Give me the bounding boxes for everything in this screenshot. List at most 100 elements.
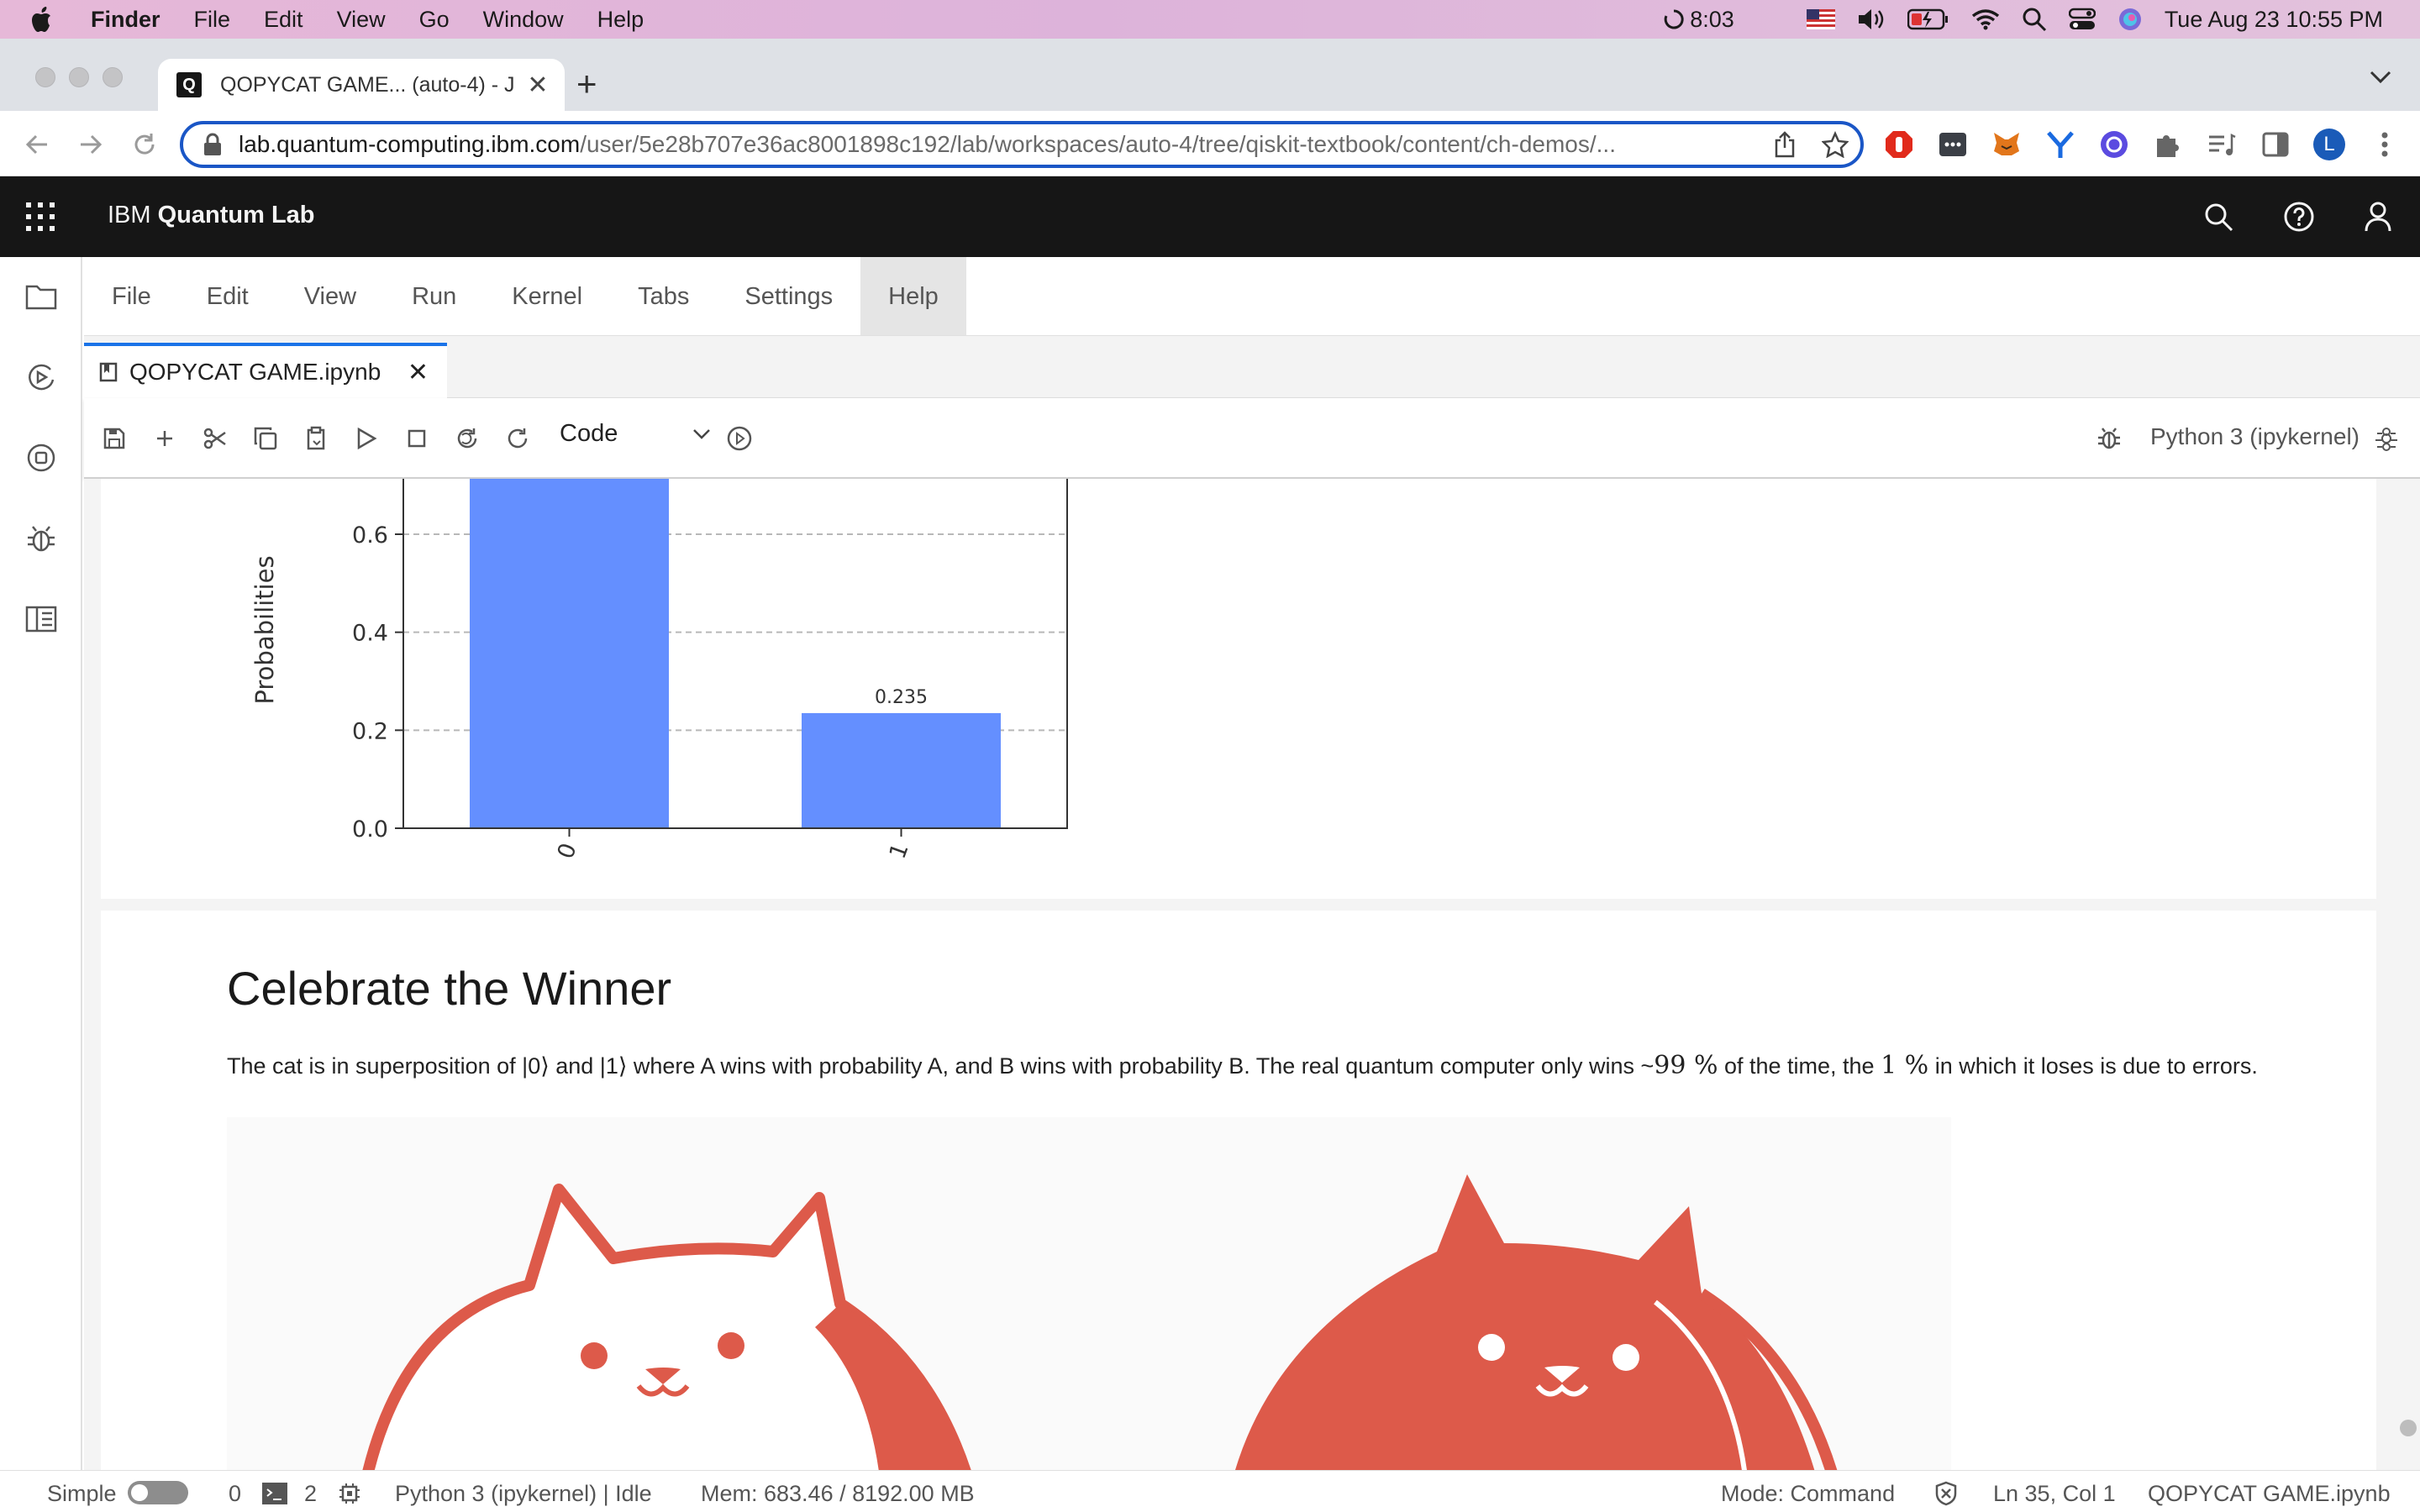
circle-extension-icon[interactable] xyxy=(2097,128,2131,161)
share-icon[interactable] xyxy=(1760,131,1810,158)
new-tab-button[interactable]: + xyxy=(576,64,597,104)
simple-mode-toggle[interactable] xyxy=(128,1481,188,1504)
command-mode[interactable]: Mode: Command xyxy=(1721,1481,1895,1507)
cpu-chip-icon[interactable] xyxy=(338,1482,361,1505)
menu-file[interactable]: File xyxy=(194,7,231,33)
reload-icon[interactable] xyxy=(128,128,161,161)
probability-histogram: 0.0 0.2 0.4 0.6 0 0.235 1 Probabilities xyxy=(250,479,1068,863)
cats-image xyxy=(227,1117,1951,1470)
menu-edit-item[interactable]: Edit xyxy=(179,257,276,335)
paste-icon[interactable] xyxy=(299,422,333,455)
folder-icon[interactable] xyxy=(22,277,60,316)
trusted-shield-icon[interactable] xyxy=(1934,1481,1958,1506)
address-bar[interactable]: lab.quantum-computing.ibm.com/user/5e28b… xyxy=(180,121,1864,168)
metamask-extension-icon[interactable] xyxy=(1990,128,2023,161)
battery-icon[interactable] xyxy=(1907,8,1949,30)
menu-view-item[interactable]: View xyxy=(276,257,384,335)
extensions-puzzle-icon[interactable] xyxy=(2151,128,2185,161)
x-tick-label: 1 xyxy=(885,840,914,863)
jupyter-menubar: File Edit View Run Kernel Tabs Settings … xyxy=(84,257,2420,336)
apple-icon[interactable] xyxy=(30,5,55,34)
insert-cell-icon[interactable] xyxy=(148,422,182,455)
copy-icon[interactable] xyxy=(249,422,282,455)
running-sessions-icon[interactable] xyxy=(22,358,60,396)
side-panel-icon[interactable] xyxy=(2259,128,2292,161)
menu-tabs-item[interactable]: Tabs xyxy=(610,257,717,335)
restart-kernel-icon[interactable] xyxy=(450,422,484,455)
interrupt-kernel-icon[interactable] xyxy=(400,422,434,455)
save-icon[interactable] xyxy=(97,422,131,455)
para-part-1: The cat is in superposition of |0⟩ and |… xyxy=(227,1053,1655,1079)
close-window-button[interactable] xyxy=(35,67,55,87)
adblock-extension-icon[interactable] xyxy=(1882,128,1916,161)
scrollbar-thumb[interactable] xyxy=(2400,1420,2417,1436)
minimize-window-button[interactable] xyxy=(69,67,89,87)
menubar-clock[interactable]: Tue Aug 23 10:55 PM xyxy=(2165,7,2383,33)
execution-time-icon[interactable] xyxy=(723,422,756,455)
menu-settings-item[interactable]: Settings xyxy=(717,257,860,335)
profile-avatar[interactable]: L xyxy=(2312,128,2346,161)
zoom-window-button[interactable] xyxy=(103,67,123,87)
cut-icon[interactable] xyxy=(198,422,232,455)
yoroi-extension-icon[interactable] xyxy=(2044,128,2077,161)
app-switcher-icon[interactable] xyxy=(25,202,55,232)
kernel-status-icon[interactable] xyxy=(2370,422,2403,455)
profile-initial: L xyxy=(2323,133,2335,155)
notebook-toolbar: Code Python 3 (ipykernel) xyxy=(84,398,2420,479)
table-of-contents-icon[interactable] xyxy=(22,600,60,638)
menu-go[interactable]: Go xyxy=(419,7,450,33)
forward-icon[interactable] xyxy=(74,128,108,161)
timer-icon[interactable]: 8:03 xyxy=(1663,7,1734,33)
menu-app-finder[interactable]: Finder xyxy=(91,7,160,33)
terminal-icon[interactable] xyxy=(262,1483,287,1504)
close-icon[interactable]: ✕ xyxy=(408,358,429,387)
tab-title: QOPYCAT GAME... (auto-4) - J xyxy=(220,72,515,97)
kernel-count[interactable]: 2 xyxy=(304,1481,317,1507)
media-control-icon[interactable] xyxy=(2205,128,2238,161)
debug-bug-icon[interactable] xyxy=(2092,422,2126,455)
browser-menu-icon[interactable] xyxy=(2368,128,2402,161)
lock-icon[interactable] xyxy=(203,133,222,156)
kernel-name[interactable]: Python 3 (ipykernel) xyxy=(2150,423,2360,450)
terminal-count[interactable]: 0 xyxy=(229,1481,241,1507)
user-icon[interactable] xyxy=(2360,198,2396,235)
cell-type-select[interactable]: Code xyxy=(560,420,711,448)
siri-icon[interactable] xyxy=(2118,7,2143,32)
wifi-icon[interactable] xyxy=(1971,8,2000,30)
cursor-position[interactable]: Ln 35, Col 1 xyxy=(1993,1481,2116,1507)
password-extension-icon[interactable] xyxy=(1936,128,1970,161)
markdown-cell[interactable]: Celebrate the Winner The cat is in super… xyxy=(101,911,2376,1470)
product-name[interactable]: IBM Quantum Lab xyxy=(108,202,315,229)
back-icon[interactable] xyxy=(20,128,54,161)
menu-view[interactable]: View xyxy=(337,7,386,33)
menu-file-item[interactable]: File xyxy=(84,257,179,335)
search-icon[interactable] xyxy=(2200,198,2237,235)
run-cell-icon[interactable] xyxy=(350,422,383,455)
restart-run-all-icon[interactable] xyxy=(501,422,534,455)
address-url: lab.quantum-computing.ibm.com/user/5e28b… xyxy=(239,131,1760,158)
menu-window[interactable]: Window xyxy=(483,7,564,33)
menu-edit[interactable]: Edit xyxy=(264,7,303,33)
help-icon[interactable] xyxy=(2281,198,2317,235)
bar-0 xyxy=(470,479,669,828)
kernel-state[interactable]: Python 3 (ipykernel) | Idle xyxy=(395,1481,652,1507)
bookmark-star-icon[interactable] xyxy=(1810,131,1860,158)
menu-help[interactable]: Help xyxy=(597,7,644,33)
volume-icon[interactable] xyxy=(1857,8,1886,31)
browser-tab[interactable]: Q QOPYCAT GAME... (auto-4) - J ✕ xyxy=(158,59,565,111)
para-part-3: in which it loses is due to errors. xyxy=(1928,1053,2258,1079)
notebook-tab[interactable]: QOPYCAT GAME.ipynb ✕ xyxy=(84,343,447,398)
stop-circle-icon[interactable] xyxy=(22,438,60,477)
control-center-icon[interactable] xyxy=(2068,8,2096,31)
flag-us-icon[interactable] xyxy=(1806,9,1835,29)
chevron-down-icon[interactable] xyxy=(2370,71,2391,84)
notebook-icon xyxy=(99,362,118,382)
menu-kernel-item[interactable]: Kernel xyxy=(484,257,610,335)
memory-usage: Mem: 683.46 / 8192.00 MB xyxy=(701,1481,975,1506)
close-tab-icon[interactable]: ✕ xyxy=(523,71,553,100)
spotlight-icon[interactable] xyxy=(2022,7,2047,32)
menu-run-item[interactable]: Run xyxy=(384,257,484,335)
menu-help-item[interactable]: Help xyxy=(860,257,966,335)
output-cell[interactable]: 0.0 0.2 0.4 0.6 0 0.235 1 Probabilities xyxy=(101,479,2376,899)
debugger-bug-icon[interactable] xyxy=(22,519,60,558)
